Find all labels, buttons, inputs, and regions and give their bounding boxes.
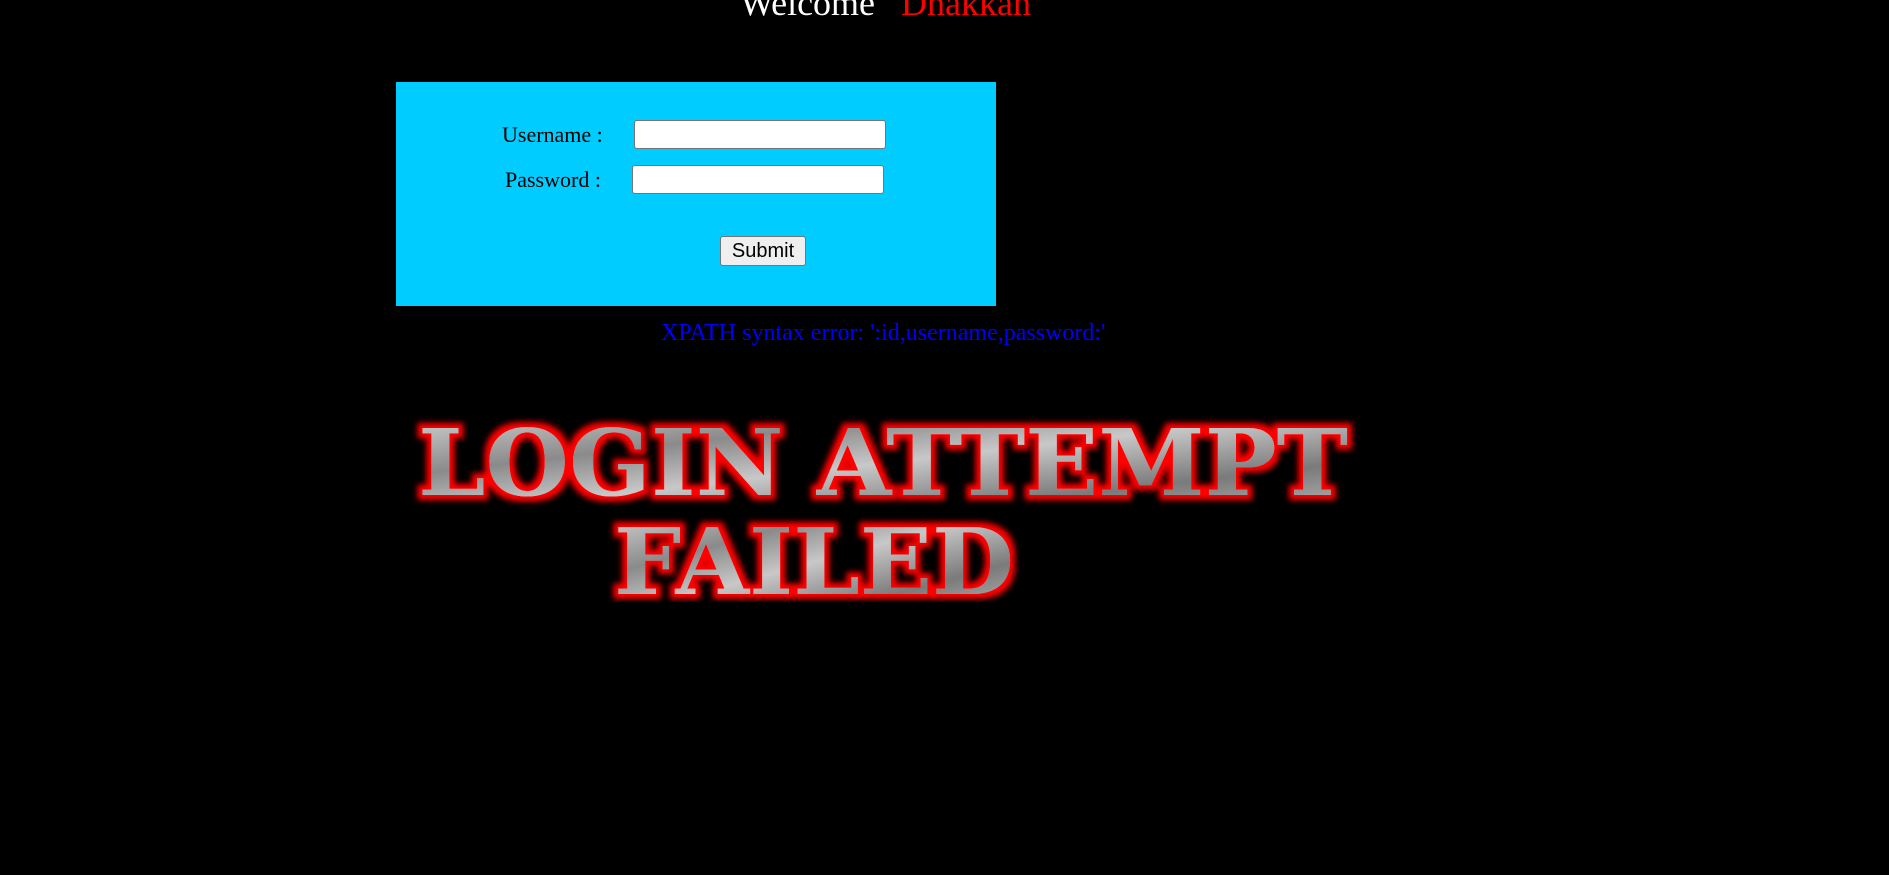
login-failed-image: LOGIN ATTEMPT FAILED: [418, 409, 1348, 602]
password-input[interactable]: [632, 165, 884, 194]
username-input[interactable]: [634, 120, 886, 149]
banner-line1: LOGIN ATTEMPT: [418, 409, 1348, 517]
welcome-heading: Welcome Dhakkan: [740, 0, 1031, 24]
submit-button[interactable]: Submit: [720, 236, 806, 266]
username-label: Username :: [502, 122, 603, 147]
password-label: Password :: [505, 167, 601, 192]
welcome-name: Dhakkan: [901, 0, 1032, 23]
welcome-text: Welcome: [740, 0, 876, 23]
banner-line2: FAILED: [614, 508, 1014, 602]
login-form: Username : Password : Submit: [396, 82, 996, 306]
error-message: XPATH syntax error: ':id,username,passwo…: [661, 320, 1106, 346]
